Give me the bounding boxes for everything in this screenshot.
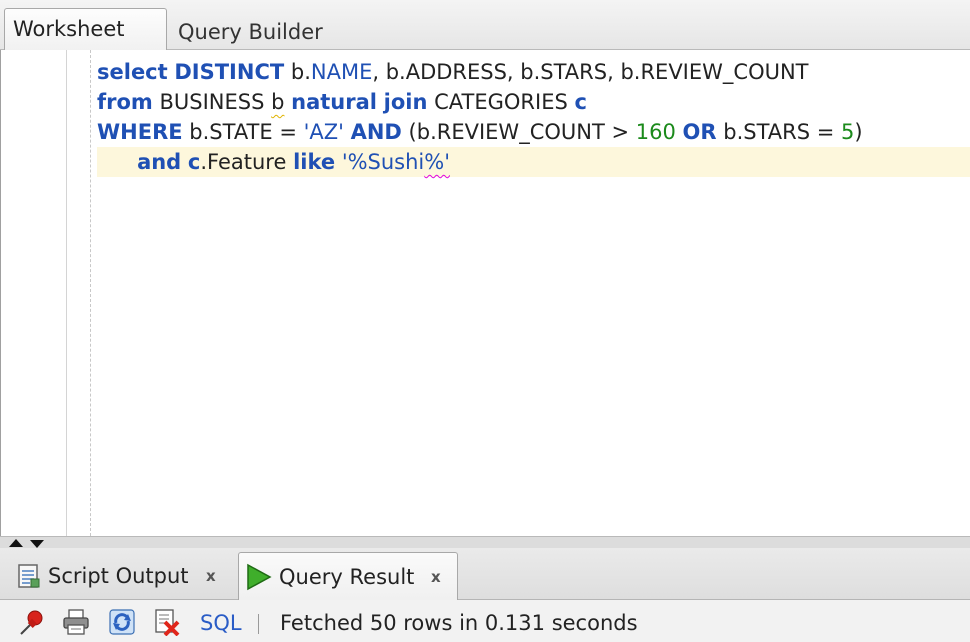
token: WHERE [97,120,183,144]
code-line-2[interactable]: from BUSINESS b natural join CATEGORIES … [97,87,587,117]
token: and [137,150,182,174]
token: join [383,90,428,114]
token: b. [284,60,311,84]
tab-worksheet[interactable]: Worksheet [4,8,167,50]
result-toolbar: SQL Fetched 50 rows in 0.131 seconds [0,600,970,642]
fold-margin [90,50,91,536]
code-line-3[interactable]: WHERE b.STATE = 'AZ' AND (b.REVIEW_COUNT… [97,117,863,147]
token: b.STARS = [716,120,842,144]
editor-tab-bar: Worksheet Query Builder [0,0,970,50]
tab-query-builder[interactable]: Query Builder [170,8,340,50]
token: 160 [635,120,676,144]
clear-icon[interactable] [153,608,181,636]
print-icon[interactable] [62,608,90,636]
token: CATEGORIES [427,90,575,114]
collapse-down-icon[interactable] [30,540,44,548]
sql-link[interactable]: SQL [200,608,242,638]
tab-query-result[interactable]: Query Result x [238,552,458,600]
tab-query-result-label: Query Result [279,565,415,589]
token: DISTINCT [174,60,285,84]
token: like [293,150,336,174]
token: NAME [310,60,373,84]
warning-token: b [271,90,285,114]
token: (b.REVIEW_COUNT > [401,120,636,144]
close-script-output-icon[interactable]: x [206,561,216,591]
expand-up-icon[interactable] [9,539,23,547]
token: ) [854,120,863,144]
token: select [97,60,168,84]
sql-editor[interactable]: select DISTINCT b.NAME, b.ADDRESS, b.STA… [0,50,970,536]
fetch-status-text: Fetched 50 rows in 0.131 seconds [280,611,638,635]
script-output-icon [18,564,40,588]
token: c [574,90,587,114]
token: natural [291,90,377,114]
toolbar-separator [258,614,259,634]
token: c [187,150,201,174]
token: .Feature [200,150,294,174]
token: OR [682,120,717,144]
token: , b.ADDRESS, b.STARS, b.REVIEW_COUNT [372,60,809,84]
token: AND [350,120,402,144]
run-icon [247,563,272,591]
tab-script-output[interactable]: Script Output x [8,552,234,600]
line-gutter [1,50,67,536]
refresh-icon[interactable] [108,608,136,636]
output-tab-bar: Script Output x Query Result x [0,548,970,600]
panel-splitter[interactable] [0,536,970,548]
token: b.STATE = [182,120,304,144]
token: 5 [841,120,855,144]
error-token: %' [424,150,450,174]
sql-developer-window: Worksheet Query Builder select DISTINCT … [0,0,970,642]
tab-script-output-label: Script Output [48,564,189,588]
close-query-result-icon[interactable]: x [431,562,441,592]
token: '%Sushi [341,150,425,174]
code-line-1[interactable]: select DISTINCT b.NAME, b.ADDRESS, b.STA… [97,57,809,87]
pin-icon[interactable] [18,608,46,636]
token: BUSINESS [152,90,272,114]
token: 'AZ' [303,120,344,144]
token: from [97,90,153,114]
code-line-4[interactable]: and c.Feature like '%Sushi%' [97,147,970,177]
